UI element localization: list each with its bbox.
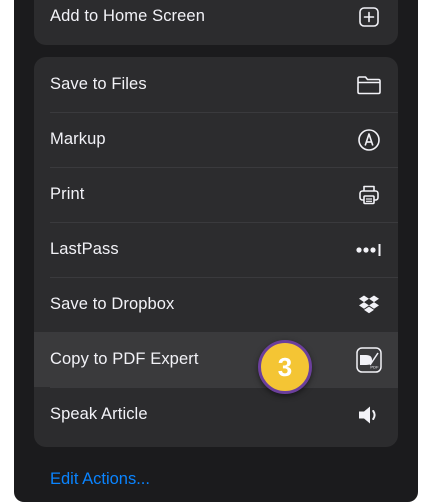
dropbox-icon — [354, 290, 384, 320]
pdf-expert-icon: PDF — [354, 345, 384, 375]
screenshot-frame: Add to Home Screen Save to Files Markup … — [0, 0, 430, 502]
action-label: LastPass — [50, 240, 119, 258]
step-number-badge: 3 — [258, 340, 312, 394]
markup-icon — [354, 125, 384, 155]
add-to-home-screen-row[interactable]: Add to Home Screen — [34, 0, 398, 45]
share-actions-list: Save to Files Markup Print LastPass Save… — [34, 57, 398, 447]
print-row[interactable]: Print — [34, 167, 398, 222]
action-label: Speak Article — [50, 405, 148, 423]
lastpass-row[interactable]: LastPass — [34, 222, 398, 277]
svg-text:PDF: PDF — [370, 364, 379, 369]
printer-icon — [354, 180, 384, 210]
speak-article-row[interactable]: Speak Article — [34, 387, 398, 442]
action-label: Add to Home Screen — [50, 7, 205, 25]
share-group-top: Add to Home Screen — [34, 0, 398, 45]
folder-icon — [354, 70, 384, 100]
speaker-icon — [354, 400, 384, 430]
copy-to-pdf-expert-row[interactable]: Copy to PDF Expert PDF — [34, 332, 398, 387]
markup-row[interactable]: Markup — [34, 112, 398, 167]
save-to-dropbox-row[interactable]: Save to Dropbox — [34, 277, 398, 332]
action-label: Save to Dropbox — [50, 295, 175, 313]
lastpass-icon — [354, 235, 384, 265]
share-sheet: Add to Home Screen Save to Files Markup … — [14, 0, 418, 502]
action-label: Print — [50, 185, 85, 203]
action-label: Save to Files — [50, 75, 147, 93]
edit-actions-link[interactable]: Edit Actions... — [50, 470, 150, 489]
add-to-home-icon — [354, 2, 384, 32]
save-to-files-row[interactable]: Save to Files — [34, 57, 398, 112]
action-label: Markup — [50, 130, 106, 148]
